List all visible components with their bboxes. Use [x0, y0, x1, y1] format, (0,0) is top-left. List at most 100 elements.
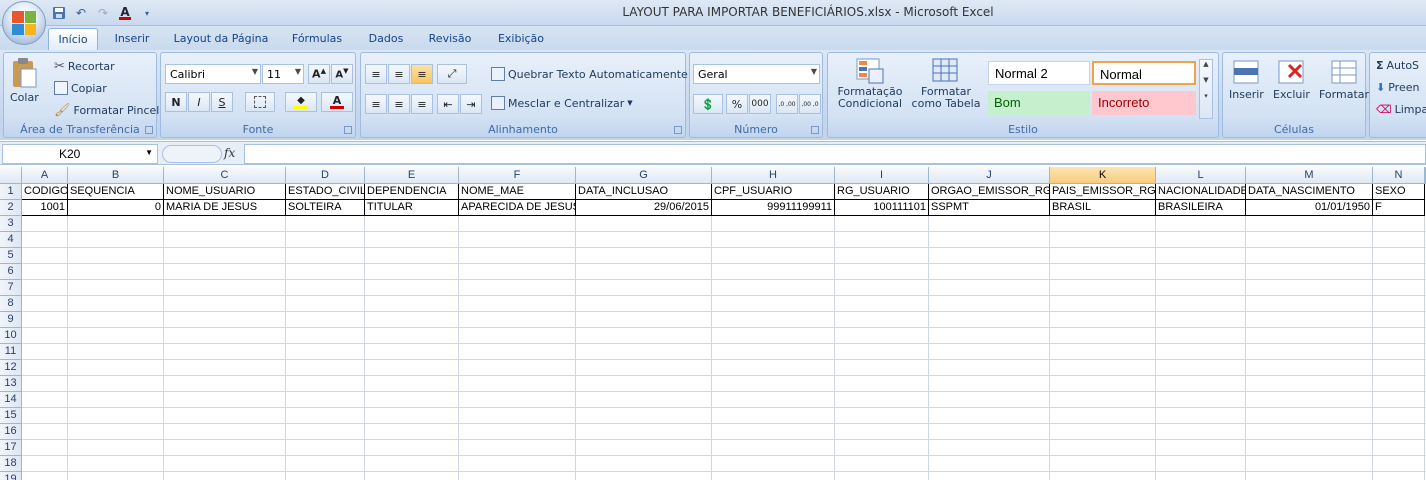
- font-color-icon[interactable]: A: [116, 4, 134, 22]
- column-header-m[interactable]: M: [1246, 167, 1373, 184]
- cell-h9[interactable]: [712, 312, 835, 328]
- tab-dados[interactable]: Dados: [360, 28, 412, 50]
- cell-i17[interactable]: [835, 440, 929, 456]
- cell-l14[interactable]: [1156, 392, 1246, 408]
- cell-l2[interactable]: BRASILEIRA: [1156, 200, 1246, 216]
- cell-g16[interactable]: [576, 424, 712, 440]
- cell-m17[interactable]: [1246, 440, 1373, 456]
- cell-l4[interactable]: [1156, 232, 1246, 248]
- cell-i10[interactable]: [835, 328, 929, 344]
- copy-button[interactable]: Copiar: [54, 81, 107, 95]
- cell-f13[interactable]: [459, 376, 576, 392]
- cell-d15[interactable]: [286, 408, 365, 424]
- cell-c12[interactable]: [164, 360, 286, 376]
- cell-d13[interactable]: [286, 376, 365, 392]
- cell-e15[interactable]: [365, 408, 459, 424]
- cell-h7[interactable]: [712, 280, 835, 296]
- cell-j11[interactable]: [929, 344, 1050, 360]
- cell-k9[interactable]: [1050, 312, 1156, 328]
- cell-d2[interactable]: SOLTEIRA: [286, 200, 365, 216]
- cell-l3[interactable]: [1156, 216, 1246, 232]
- cell-c8[interactable]: [164, 296, 286, 312]
- cell-c18[interactable]: [164, 456, 286, 472]
- cell-b2[interactable]: 0: [68, 200, 164, 216]
- cell-m14[interactable]: [1246, 392, 1373, 408]
- align-center-icon[interactable]: ≡: [388, 94, 410, 114]
- font-family-select[interactable]: Calibri ▼: [165, 64, 261, 84]
- formula-input[interactable]: [244, 144, 1426, 164]
- cell-e17[interactable]: [365, 440, 459, 456]
- cell-a9[interactable]: [22, 312, 68, 328]
- cell-a8[interactable]: [22, 296, 68, 312]
- cell-e19[interactable]: [365, 472, 459, 480]
- cell-a18[interactable]: [22, 456, 68, 472]
- cell-c14[interactable]: [164, 392, 286, 408]
- row-header-4[interactable]: 4: [0, 232, 22, 248]
- cell-d6[interactable]: [286, 264, 365, 280]
- decrease-decimal-button[interactable]: ,00 ,0: [799, 94, 821, 114]
- number-launcher-icon[interactable]: [811, 126, 819, 134]
- row-header-9[interactable]: 9: [0, 312, 22, 328]
- style-good[interactable]: Bom: [988, 91, 1090, 115]
- cell-n19[interactable]: [1373, 472, 1425, 480]
- name-box[interactable]: K20 ▼: [2, 144, 158, 164]
- cell-f6[interactable]: [459, 264, 576, 280]
- cell-b6[interactable]: [68, 264, 164, 280]
- underline-button[interactable]: S: [211, 92, 233, 112]
- cell-l8[interactable]: [1156, 296, 1246, 312]
- row-header-16[interactable]: 16: [0, 424, 22, 440]
- column-header-a[interactable]: A: [22, 167, 68, 184]
- cell-i7[interactable]: [835, 280, 929, 296]
- row-header-12[interactable]: 12: [0, 360, 22, 376]
- cell-m15[interactable]: [1246, 408, 1373, 424]
- column-header-i[interactable]: I: [835, 167, 929, 184]
- cell-n3[interactable]: [1373, 216, 1425, 232]
- cell-g8[interactable]: [576, 296, 712, 312]
- cell-b17[interactable]: [68, 440, 164, 456]
- bold-button[interactable]: N: [165, 92, 187, 112]
- cell-j12[interactable]: [929, 360, 1050, 376]
- cell-n15[interactable]: [1373, 408, 1425, 424]
- cell-g1[interactable]: DATA_INCLUSAO: [576, 184, 712, 200]
- cell-n11[interactable]: [1373, 344, 1425, 360]
- cell-a14[interactable]: [22, 392, 68, 408]
- decrease-indent-icon[interactable]: ⇤: [437, 94, 459, 114]
- cell-d8[interactable]: [286, 296, 365, 312]
- cell-e8[interactable]: [365, 296, 459, 312]
- cell-f5[interactable]: [459, 248, 576, 264]
- cell-i14[interactable]: [835, 392, 929, 408]
- insert-function-button[interactable]: fx: [224, 146, 235, 160]
- row-header-17[interactable]: 17: [0, 440, 22, 456]
- cell-d9[interactable]: [286, 312, 365, 328]
- align-right-icon[interactable]: ≡: [411, 94, 433, 114]
- cell-m4[interactable]: [1246, 232, 1373, 248]
- cell-d16[interactable]: [286, 424, 365, 440]
- insert-cells-button[interactable]: Inserir: [1229, 59, 1264, 101]
- row-header-11[interactable]: 11: [0, 344, 22, 360]
- cell-j16[interactable]: [929, 424, 1050, 440]
- office-button[interactable]: [2, 1, 46, 45]
- cell-b5[interactable]: [68, 248, 164, 264]
- increase-decimal-button[interactable]: ,0 ,00: [776, 94, 798, 114]
- conditional-formatting-button[interactable]: Formatação Condicional: [832, 57, 908, 110]
- cell-f17[interactable]: [459, 440, 576, 456]
- cell-m12[interactable]: [1246, 360, 1373, 376]
- cell-j4[interactable]: [929, 232, 1050, 248]
- cell-h4[interactable]: [712, 232, 835, 248]
- cell-a16[interactable]: [22, 424, 68, 440]
- cell-j18[interactable]: [929, 456, 1050, 472]
- cell-c17[interactable]: [164, 440, 286, 456]
- orientation-icon[interactable]: ⤢: [437, 64, 467, 84]
- row-header-6[interactable]: 6: [0, 264, 22, 280]
- cell-d19[interactable]: [286, 472, 365, 480]
- cell-e11[interactable]: [365, 344, 459, 360]
- tab-layout-da-pagina[interactable]: Layout da Página: [168, 28, 274, 50]
- cell-h3[interactable]: [712, 216, 835, 232]
- cell-c4[interactable]: [164, 232, 286, 248]
- cell-k11[interactable]: [1050, 344, 1156, 360]
- cell-k2[interactable]: BRASIL: [1050, 200, 1156, 216]
- cell-c13[interactable]: [164, 376, 286, 392]
- cell-i6[interactable]: [835, 264, 929, 280]
- cell-f8[interactable]: [459, 296, 576, 312]
- cell-b19[interactable]: [68, 472, 164, 480]
